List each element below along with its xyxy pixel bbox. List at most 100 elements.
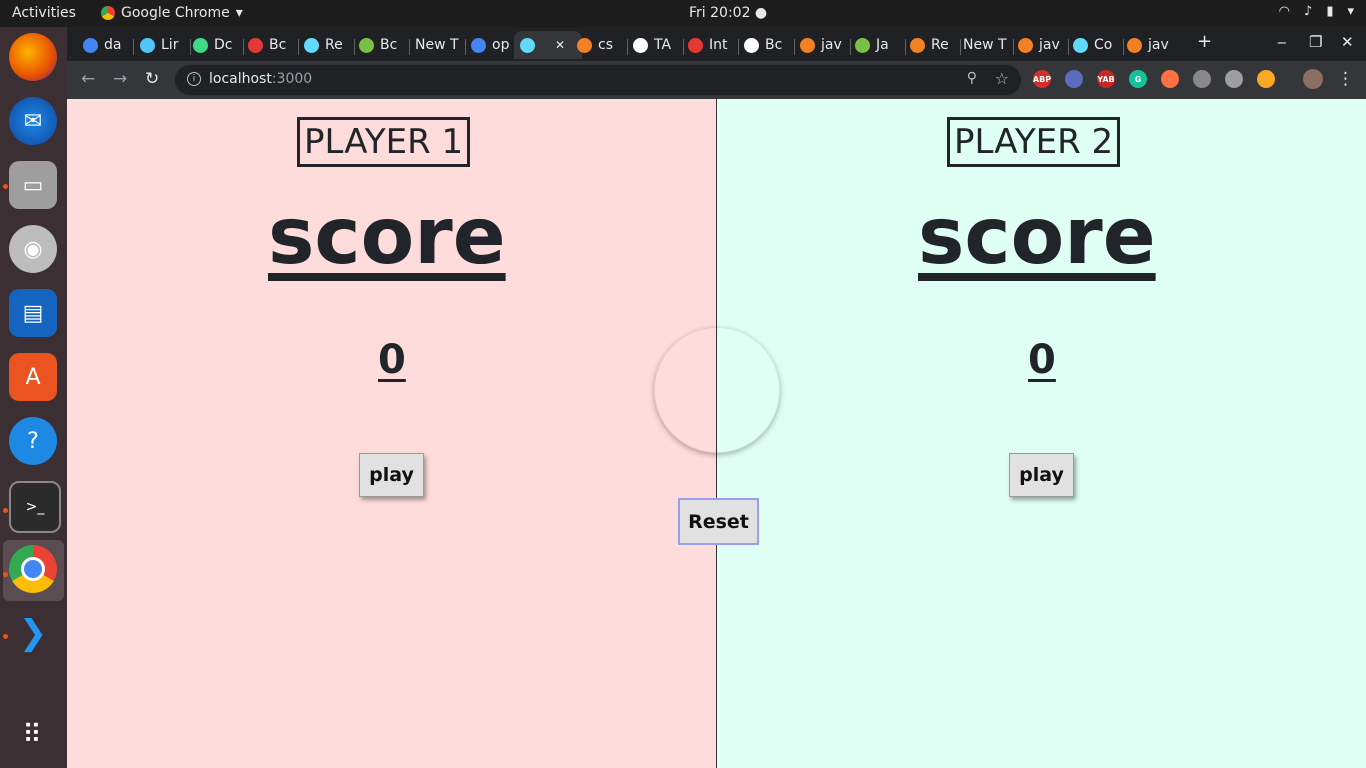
favicon-icon xyxy=(855,37,870,53)
tab[interactable]: Ja xyxy=(855,31,901,59)
tab-active[interactable]: ✕ xyxy=(514,31,582,59)
close-window-button[interactable]: ✕ xyxy=(1341,33,1354,51)
extension-icon[interactable]: YAB xyxy=(1097,70,1115,88)
extension-icon[interactable]: ABP xyxy=(1033,70,1051,88)
favicon-icon xyxy=(193,37,208,53)
dock: ✉ ▭ ◉ ▤ A ? >_ ❯ ⠿ xyxy=(0,27,67,768)
back-button[interactable]: ← xyxy=(81,69,95,89)
reset-button[interactable]: Reset xyxy=(678,498,759,545)
tab-separator xyxy=(354,39,355,55)
close-tab-icon[interactable]: ✕ xyxy=(555,38,565,52)
favicon-icon xyxy=(744,37,759,53)
extension-icon[interactable] xyxy=(1161,70,1179,88)
tab[interactable]: Bc xyxy=(248,31,294,59)
tab[interactable]: TA xyxy=(633,31,679,59)
minimize-button[interactable]: ‒ xyxy=(1277,33,1287,51)
new-tab-button[interactable]: + xyxy=(1197,31,1212,52)
address-bar[interactable]: i localhost:3000 ⚲ ☆ xyxy=(175,65,1021,95)
tab-label: New T xyxy=(963,37,1007,53)
tab-separator xyxy=(1123,39,1124,55)
tab[interactable]: Dc xyxy=(193,31,239,59)
forward-button[interactable]: → xyxy=(113,69,127,89)
player2-score-heading: score xyxy=(918,192,1156,282)
tab[interactable]: Bc xyxy=(744,31,790,59)
player2-score-value: 0 xyxy=(1028,337,1056,383)
tab[interactable]: Int xyxy=(688,31,734,59)
activities-button[interactable]: Activities xyxy=(12,5,76,21)
chrome-icon xyxy=(101,6,115,20)
tab-label: da xyxy=(104,37,122,53)
player1-play-button[interactable]: play xyxy=(359,453,424,497)
firefox-icon[interactable] xyxy=(9,33,57,81)
tab[interactable]: Re xyxy=(304,31,350,59)
extension-icon[interactable]: G xyxy=(1129,70,1147,88)
tab-label: Lir xyxy=(161,37,179,53)
running-indicator xyxy=(3,184,8,189)
page-content: PLAYER 1 score 0 play PLAYER 2 score 0 p… xyxy=(67,99,1366,768)
zoom-icon[interactable]: ⚲ xyxy=(967,70,977,86)
tab[interactable]: New T xyxy=(963,31,1009,59)
system-tray[interactable]: ◠ ♪ ▮ ▾ xyxy=(1279,4,1354,19)
tab[interactable]: op xyxy=(471,31,517,59)
maximize-button[interactable]: ❐ xyxy=(1309,33,1322,51)
chevron-down-icon: ▾ xyxy=(235,5,243,21)
bookmark-star-icon[interactable]: ☆ xyxy=(995,69,1009,88)
tab-label: jav xyxy=(821,37,842,53)
tab-label: Bc xyxy=(380,37,398,53)
extension-icon[interactable] xyxy=(1257,70,1275,88)
tab[interactable]: Re xyxy=(910,31,956,59)
extension-icon[interactable] xyxy=(1065,70,1083,88)
favicon-icon xyxy=(688,37,703,53)
tab[interactable]: da xyxy=(83,31,129,59)
thunderbird-icon[interactable]: ✉ xyxy=(9,97,57,145)
tab[interactable]: New T xyxy=(415,31,461,59)
tab[interactable]: jav xyxy=(1018,31,1064,59)
app-grid-icon[interactable]: ⠿ xyxy=(9,711,57,759)
tab-separator xyxy=(850,39,851,55)
menu-icon[interactable]: ⋮ xyxy=(1337,69,1354,89)
info-icon[interactable]: i xyxy=(187,72,201,86)
terminal-icon[interactable]: >_ xyxy=(9,481,61,533)
chrome-icon[interactable] xyxy=(9,545,57,593)
tab[interactable]: cs xyxy=(577,31,623,59)
tab-label: Co xyxy=(1094,37,1113,53)
tab[interactable]: Lir xyxy=(140,31,186,59)
vscode-icon[interactable]: ❯ xyxy=(9,609,57,657)
browser-toolbar: ← → ↻ i localhost:3000 ⚲ ☆ ABP YAB G ⋮ xyxy=(67,61,1366,99)
tab-separator xyxy=(960,39,961,55)
tab[interactable]: Co xyxy=(1073,31,1119,59)
favicon-icon xyxy=(304,37,319,53)
writer-icon[interactable]: ▤ xyxy=(9,289,57,337)
rhythmbox-icon[interactable]: ◉ xyxy=(9,225,57,273)
app-name: Google Chrome xyxy=(121,5,230,21)
tab[interactable]: jav xyxy=(1127,31,1173,59)
favicon-icon xyxy=(359,37,374,53)
running-indicator xyxy=(3,634,8,639)
tab-label: Int xyxy=(709,37,728,53)
favicon-icon xyxy=(248,37,263,53)
profile-avatar[interactable] xyxy=(1303,69,1323,89)
tab-label: cs xyxy=(598,37,613,53)
tab[interactable]: jav xyxy=(800,31,846,59)
url-text[interactable]: localhost:3000 xyxy=(209,71,312,87)
software-icon[interactable]: A xyxy=(9,353,57,401)
tab-label: Bc xyxy=(765,37,783,53)
files-icon[interactable]: ▭ xyxy=(9,161,57,209)
volume-icon: ♪ xyxy=(1304,4,1313,19)
help-icon[interactable]: ? xyxy=(9,417,57,465)
tab-label: Bc xyxy=(269,37,287,53)
reload-button[interactable]: ↻ xyxy=(145,69,159,89)
tab-separator xyxy=(905,39,906,55)
favicon-icon xyxy=(800,37,815,53)
app-menu[interactable]: Google Chrome ▾ xyxy=(101,5,243,21)
favicon-icon xyxy=(1018,37,1033,53)
player2-play-button[interactable]: play xyxy=(1009,453,1074,497)
tab-label: New T xyxy=(415,37,459,53)
extension-icon[interactable] xyxy=(1193,70,1211,88)
tab-separator xyxy=(1013,39,1014,55)
extension-icon[interactable] xyxy=(1225,70,1243,88)
chevron-down-icon: ▾ xyxy=(1347,4,1354,19)
tab[interactable]: Bc xyxy=(359,31,405,59)
favicon-icon xyxy=(83,37,98,53)
clock[interactable]: Fri 20:02 ● xyxy=(689,5,767,21)
